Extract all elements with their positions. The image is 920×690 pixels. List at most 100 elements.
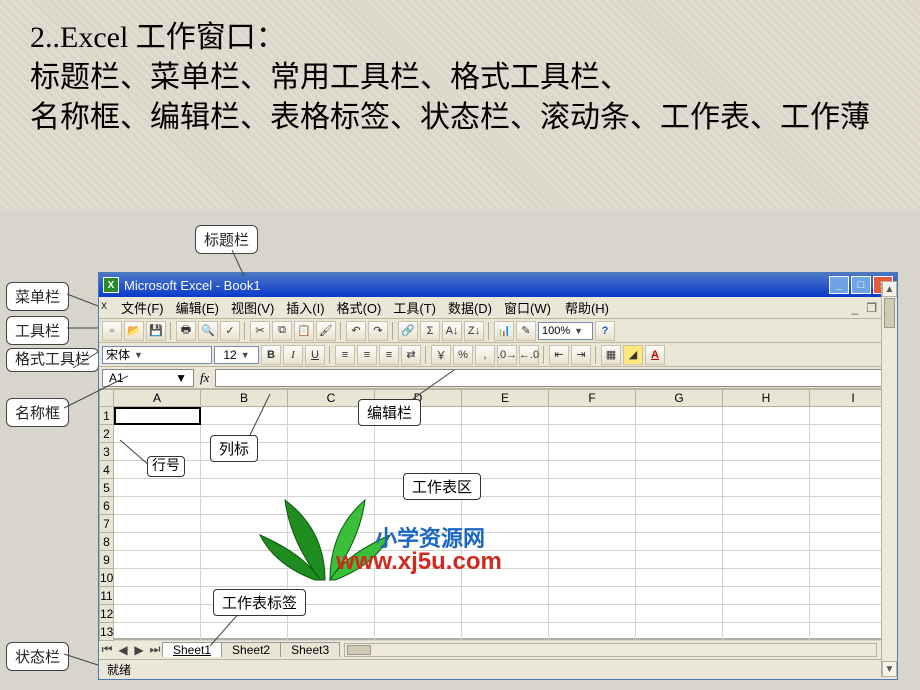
sort-asc-icon[interactable]: A↓ [442, 321, 462, 341]
grid-cell[interactable] [723, 587, 810, 605]
row-header[interactable]: 9 [99, 551, 114, 569]
paste-icon[interactable]: 📋 [294, 321, 314, 341]
grid-cell[interactable] [462, 587, 549, 605]
grid-cell[interactable] [201, 551, 288, 569]
grid-cell[interactable] [723, 569, 810, 587]
dec-indent-icon[interactable]: ⇤ [549, 345, 569, 365]
grid-cell[interactable] [462, 425, 549, 443]
grid-cell[interactable] [201, 461, 288, 479]
font-color-icon[interactable]: A [645, 345, 665, 365]
grid-cell[interactable] [288, 515, 375, 533]
grid-cell[interactable] [723, 425, 810, 443]
sort-desc-icon[interactable]: Z↓ [464, 321, 484, 341]
grid-cell[interactable] [288, 497, 375, 515]
grid-cell[interactable] [201, 533, 288, 551]
tab-nav-last-icon[interactable]: ⏭ [147, 642, 163, 658]
sheet-tab[interactable]: Sheet2 [221, 642, 281, 657]
grid-cell[interactable] [723, 407, 810, 425]
font-size-combo[interactable]: 12 ▼ [214, 346, 259, 364]
row-header[interactable]: 5 [99, 479, 114, 497]
menu-data[interactable]: 数据(D) [442, 298, 498, 317]
menu-format[interactable]: 格式(O) [331, 298, 388, 317]
grid-cell[interactable] [462, 623, 549, 641]
grid-cell[interactable] [201, 569, 288, 587]
doc-minimize-button[interactable]: _ [849, 301, 862, 315]
copy-icon[interactable]: ⧉ [272, 321, 292, 341]
row-header[interactable]: 11 [99, 587, 114, 605]
grid-cell[interactable] [114, 551, 201, 569]
open-icon[interactable]: 📂 [124, 321, 144, 341]
grid-cell[interactable] [723, 497, 810, 515]
dec-decimal-icon[interactable]: ←.0 [519, 345, 539, 365]
bold-button[interactable]: B [261, 345, 281, 365]
grid-cell[interactable] [549, 443, 636, 461]
row-header[interactable]: 3 [99, 443, 114, 461]
font-name-combo[interactable]: 宋体 ▼ [102, 346, 212, 364]
align-center-icon[interactable]: ≡ [357, 345, 377, 365]
inc-indent-icon[interactable]: ⇥ [571, 345, 591, 365]
grid-cell[interactable] [549, 515, 636, 533]
fx-label[interactable]: fx [200, 370, 209, 386]
grid-cell[interactable] [636, 623, 723, 641]
column-header[interactable]: B [201, 389, 288, 407]
drawing-icon[interactable]: ✎ [516, 321, 536, 341]
grid-cell[interactable] [549, 425, 636, 443]
horizontal-scrollbar[interactable] [344, 643, 877, 657]
comma-button[interactable]: , [475, 345, 495, 365]
tab-nav-first-icon[interactable]: ⏮ [99, 642, 115, 658]
redo-icon[interactable]: ↷ [368, 321, 388, 341]
grid-cell[interactable] [375, 443, 462, 461]
grid-cell[interactable] [636, 605, 723, 623]
grid-cell[interactable] [114, 515, 201, 533]
tab-nav-next-icon[interactable]: ▶ [131, 642, 147, 658]
chart-icon[interactable]: 📊 [494, 321, 514, 341]
menu-view[interactable]: 视图(V) [225, 298, 280, 317]
grid-cell[interactable] [201, 479, 288, 497]
grid-cell[interactable] [114, 587, 201, 605]
menu-window[interactable]: 窗口(W) [498, 298, 557, 317]
borders-icon[interactable]: ▦ [601, 345, 621, 365]
grid-cell[interactable] [114, 407, 201, 425]
preview-icon[interactable]: 🔍 [198, 321, 218, 341]
grid-cell[interactable] [549, 461, 636, 479]
tab-nav-prev-icon[interactable]: ◀ [115, 642, 131, 658]
grid-cell[interactable] [549, 551, 636, 569]
grid-cell[interactable] [636, 461, 723, 479]
grid-cell[interactable] [636, 569, 723, 587]
grid-cell[interactable] [636, 515, 723, 533]
print-icon[interactable]: 🖶 [176, 321, 196, 341]
grid-cell[interactable] [723, 623, 810, 641]
grid-cell[interactable] [114, 623, 201, 641]
grid-cell[interactable] [723, 443, 810, 461]
underline-button[interactable]: U [305, 345, 325, 365]
grid-cell[interactable] [114, 425, 201, 443]
row-header[interactable]: 12 [99, 605, 114, 623]
inc-decimal-icon[interactable]: .0→ [497, 345, 517, 365]
zoom-combo[interactable]: 100% ▼ [538, 322, 593, 340]
align-left-icon[interactable]: ≡ [335, 345, 355, 365]
grid-cell[interactable] [636, 443, 723, 461]
grid-cell[interactable] [636, 497, 723, 515]
grid-cell[interactable] [549, 605, 636, 623]
currency-button[interactable]: ￥ [431, 345, 451, 365]
grid-cell[interactable] [636, 551, 723, 569]
grid-cell[interactable] [288, 425, 375, 443]
grid-cell[interactable] [201, 497, 288, 515]
grid-cell[interactable] [636, 407, 723, 425]
scroll-down-icon[interactable]: ▼ [882, 661, 897, 677]
column-header[interactable]: A [114, 389, 201, 407]
grid-cell[interactable] [114, 605, 201, 623]
save-icon[interactable]: 💾 [146, 321, 166, 341]
grid-cell[interactable] [462, 443, 549, 461]
link-icon[interactable]: 🔗 [398, 321, 418, 341]
scroll-up-icon[interactable]: ▲ [882, 281, 897, 297]
grid-cell[interactable] [636, 425, 723, 443]
grid-cell[interactable] [201, 515, 288, 533]
doc-restore-button[interactable]: ❐ [863, 301, 880, 315]
grid-cell[interactable] [201, 407, 288, 425]
window-maximize-button[interactable]: □ [851, 276, 871, 294]
scroll-thumb[interactable] [884, 298, 895, 328]
row-header[interactable]: 1 [99, 407, 114, 425]
grid-cell[interactable] [462, 605, 549, 623]
column-header[interactable]: H [723, 389, 810, 407]
